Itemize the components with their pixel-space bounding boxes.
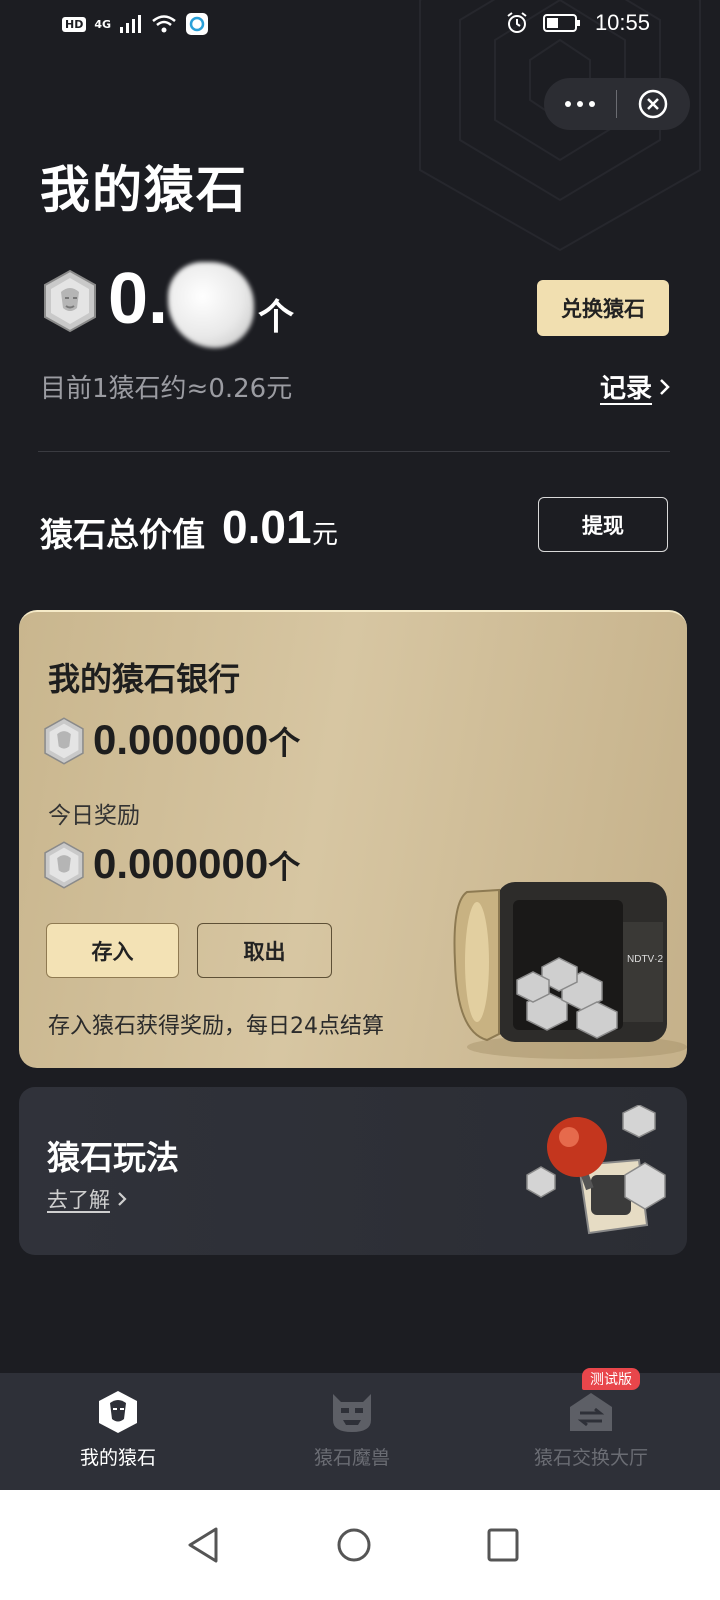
withdraw-button[interactable]: 提现	[538, 497, 668, 552]
bottom-tab-bar: 我的猿石 猿石魔兽 猿石交换大厅	[0, 1373, 720, 1490]
stone-bank-card: 我的猿石银行 0.000000个 今日奖励 0.000000个 存入 取出 存入…	[19, 610, 687, 1068]
wifi-icon	[152, 15, 176, 33]
total-value-label: 猿石总价值	[40, 515, 205, 554]
ape-stone-coin-icon	[44, 269, 96, 333]
today-reward-label: 今日奖励	[48, 803, 140, 829]
signal-icon	[120, 15, 142, 33]
chevron-right-icon	[118, 1192, 127, 1206]
learn-more-label: 去了解	[47, 1188, 110, 1212]
today-reward-unit: 个	[268, 848, 301, 886]
obscured-digits	[168, 262, 254, 348]
recent-apps-icon[interactable]	[486, 1526, 520, 1564]
record-link-label: 记录	[600, 374, 653, 404]
safe-label: NDTV·2	[627, 954, 664, 965]
ape-stone-coin-icon	[44, 717, 84, 765]
back-icon[interactable]	[186, 1526, 220, 1564]
beta-badge: 测试版	[582, 1368, 640, 1390]
tab-my-stone[interactable]: 我的猿石	[60, 1373, 176, 1490]
gameplay-title: 猿石玩法	[47, 1138, 179, 1177]
exchange-rate-text: 目前1猿石约≈0.26元	[40, 374, 293, 404]
balance-unit: 个	[258, 297, 295, 338]
bank-balance-value: 0.000000	[93, 716, 269, 763]
today-reward-amount: 0.000000个	[93, 840, 300, 888]
stone-gameplay-card[interactable]: 猿石玩法 去了解	[19, 1087, 687, 1255]
stone-balance: 0.	[108, 259, 169, 339]
section-divider	[38, 451, 670, 452]
network-label: 4G	[94, 17, 112, 31]
close-miniprogram-button[interactable]	[617, 78, 689, 130]
bank-balance-unit: 个	[268, 724, 301, 762]
tab-stone-monster[interactable]: 猿石魔兽	[294, 1373, 410, 1490]
clock: 10:55	[594, 10, 650, 35]
learn-more-link[interactable]: 去了解	[47, 1184, 128, 1214]
total-value-unit: 元	[312, 520, 339, 550]
record-link[interactable]: 记录	[600, 368, 672, 405]
safe-illustration: NDTV·2	[453, 882, 687, 1059]
tab-stone-exchange-hall[interactable]: 猿石交换大厅	[526, 1373, 656, 1490]
more-options-button[interactable]	[544, 78, 616, 130]
take-out-button[interactable]: 取出	[197, 923, 332, 978]
tab-label: 我的猿石	[79, 1447, 156, 1469]
home-icon[interactable]	[335, 1526, 373, 1564]
status-bar: HD 4G 10:55	[0, 0, 720, 50]
more-dots-icon	[565, 101, 571, 107]
bank-title: 我的猿石银行	[48, 660, 241, 698]
deposit-button[interactable]: 存入	[46, 923, 179, 978]
app-notification-icon	[186, 13, 209, 35]
ape-stone-icon	[99, 1391, 137, 1433]
joystick-illustration	[526, 1105, 666, 1235]
total-value-amount: 0.01	[222, 501, 312, 553]
tab-label: 猿石魔兽	[313, 1447, 390, 1469]
tab-label: 猿石交换大厅	[533, 1447, 648, 1469]
system-navigation-bar	[0, 1490, 720, 1600]
exchange-hall-icon	[570, 1393, 612, 1431]
alarm-icon	[507, 12, 527, 33]
bank-balance: 0.000000个	[93, 716, 300, 764]
close-circle-icon	[638, 89, 668, 119]
today-reward-value: 0.000000	[93, 840, 269, 887]
page-title: 我的猿石	[40, 161, 248, 219]
hd-badge: HD	[62, 16, 87, 32]
battery-icon	[542, 14, 580, 32]
bank-note: 存入猿石获得奖励，每日24点结算	[48, 1014, 384, 1039]
chevron-right-icon	[660, 378, 670, 395]
miniprogram-capsule	[544, 78, 690, 130]
monster-icon	[333, 1394, 371, 1432]
exchange-stone-button[interactable]: 兑换猿石	[537, 280, 669, 336]
ape-stone-coin-icon	[44, 841, 84, 889]
